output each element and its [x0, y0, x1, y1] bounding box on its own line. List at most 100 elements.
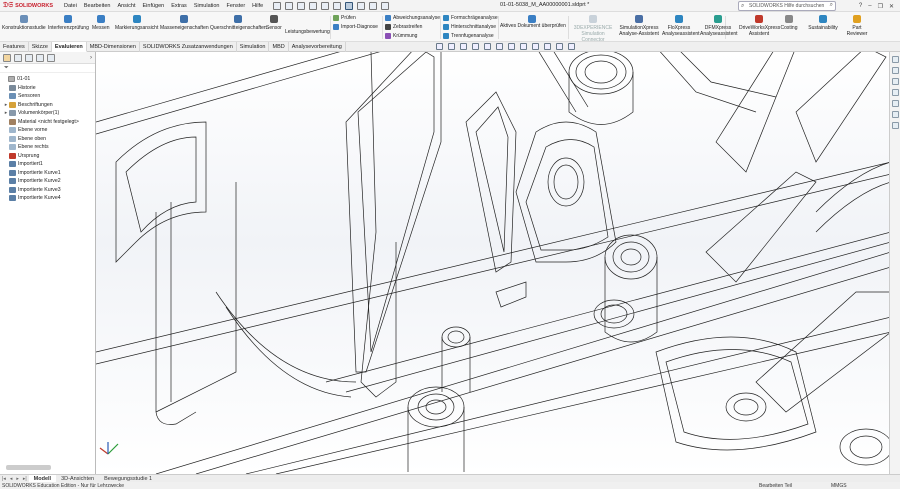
zoom-to-fit-icon[interactable]: [436, 43, 443, 50]
tree-item[interactable]: Ebene vorne: [0, 126, 95, 135]
horizontal-scrollbar[interactable]: [6, 465, 51, 470]
open-icon[interactable]: [297, 1, 306, 10]
zoom-area-icon[interactable]: [448, 43, 455, 50]
select-icon[interactable]: [345, 1, 354, 10]
tree-item[interactable]: Ebene rechts: [0, 143, 95, 152]
tree-item[interactable]: Sensoren: [0, 92, 95, 101]
tab-features[interactable]: Features: [0, 42, 29, 52]
deviation-button[interactable]: Abweichungsanalyse: [385, 15, 440, 21]
forum-icon[interactable]: [892, 122, 899, 129]
close-icon[interactable]: ✕: [889, 3, 894, 10]
custom-properties-icon[interactable]: [892, 111, 899, 118]
display-style-icon[interactable]: [508, 43, 515, 50]
driveworks-button[interactable]: DriveWorksXpress Assistent: [739, 15, 780, 37]
bottom-tab-bewegungsstudie-1[interactable]: Bewegungsstudie 1: [99, 476, 157, 482]
performance-button[interactable]: Leistungsbewertung: [285, 29, 330, 35]
property-manager-tab-icon[interactable]: [14, 53, 22, 62]
save-icon[interactable]: [309, 1, 318, 10]
tree-item[interactable]: Ursprung: [0, 152, 95, 161]
menu-datei[interactable]: Datei: [64, 3, 77, 9]
tree-filter[interactable]: ⏷: [0, 64, 95, 73]
menu-bearbeiten[interactable]: Bearbeiten: [84, 3, 111, 9]
edit-appearance-icon[interactable]: [532, 43, 539, 50]
tree-item[interactable]: Importierte Kurve4: [0, 194, 95, 203]
display-pane-icon[interactable]: [568, 43, 575, 50]
tree-item[interactable]: ▸ Volumenkörper(1): [0, 109, 95, 118]
tree-item[interactable]: 01-01: [0, 75, 95, 84]
tree-item[interactable]: Ebene oben: [0, 135, 95, 144]
tree-item[interactable]: ▸ Beschriftungen: [0, 101, 95, 110]
help-search-input[interactable]: ⌕ SOLIDWORKS Hilfe durchsuchen ⌕: [738, 1, 836, 11]
view-settings-icon[interactable]: [556, 43, 563, 50]
undo-icon[interactable]: [333, 1, 342, 10]
previous-view-icon[interactable]: [460, 43, 467, 50]
markup-button[interactable]: Markierungsansicht: [115, 15, 158, 31]
design-study-button[interactable]: Konstruktionsstudie: [2, 15, 46, 31]
appearances-icon[interactable]: [892, 100, 899, 107]
sustainability-button[interactable]: Sustainability: [808, 15, 838, 31]
menu-hilfe[interactable]: Hilfe: [252, 3, 263, 9]
restore-icon[interactable]: ❐: [878, 3, 883, 10]
floxpress-button[interactable]: FloXpress Analyseassistent: [662, 15, 700, 37]
simxpress-button[interactable]: SimulationXpress Analyse-Assistent: [619, 15, 659, 37]
view-palette-icon[interactable]: [892, 89, 899, 96]
hide-show-items-icon[interactable]: [520, 43, 527, 50]
unit-system[interactable]: MMGS: [831, 483, 847, 489]
tree-item[interactable]: Material <nicht festgelegt>: [0, 118, 95, 127]
home-icon[interactable]: [273, 1, 282, 10]
parting-line-button[interactable]: Trennfugenanalyse: [443, 33, 494, 39]
solidworks-resources-icon[interactable]: [892, 56, 899, 63]
file-properties-icon[interactable]: [369, 1, 378, 10]
bottom-tab-3d-ansichten[interactable]: 3D-Ansichten: [56, 476, 99, 482]
measure-button[interactable]: Messen: [92, 15, 110, 31]
graphics-area[interactable]: [96, 52, 891, 474]
dfmxpress-button[interactable]: DFMXpress Analyseassistent: [700, 15, 738, 37]
design-library-icon[interactable]: [892, 67, 899, 74]
tab-skizze[interactable]: Skizze: [29, 42, 52, 52]
section-props-button[interactable]: Querschnitteigenschaften: [210, 15, 267, 31]
import-diagnostics-button[interactable]: Import-Diagnose: [333, 24, 378, 30]
tab-mbd-dimensionen[interactable]: MBD-Dimensionen: [87, 42, 140, 52]
draft-analysis-button[interactable]: Formschrägeanalyse: [443, 15, 498, 21]
compare-button[interactable]: Aktives Dokument überprüfen: [500, 15, 566, 29]
mass-props-button[interactable]: Masseneigenschaften: [160, 15, 209, 31]
curvature-button[interactable]: Krümmung: [385, 33, 417, 39]
menu-simulation[interactable]: Simulation: [194, 3, 220, 9]
rebuild-icon[interactable]: [357, 1, 366, 10]
view-orientation-icon[interactable]: [496, 43, 503, 50]
costing-button[interactable]: Costing: [780, 15, 798, 31]
menu-ansicht[interactable]: Ansicht: [117, 3, 135, 9]
options-icon[interactable]: [381, 1, 390, 10]
tree-item[interactable]: Importierte Kurve2: [0, 177, 95, 186]
last-tab-icon[interactable]: ▸|: [21, 476, 29, 482]
help-icon[interactable]: ?: [859, 3, 862, 9]
configuration-manager-tab-icon[interactable]: [25, 53, 33, 62]
file-explorer-icon[interactable]: [892, 78, 899, 85]
print-icon[interactable]: [321, 1, 330, 10]
menu-einf-gen[interactable]: Einfügen: [143, 3, 165, 9]
display-manager-tab-icon[interactable]: [47, 53, 55, 62]
solidworks-logo[interactable]: 𝔇𝔖 SOLIDWORKS: [0, 0, 58, 12]
dynamic-annotation-icon[interactable]: [484, 43, 491, 50]
tree-item[interactable]: Historie: [0, 84, 95, 93]
zebra-button[interactable]: Zebrastreifen: [385, 24, 422, 30]
dimxpert-manager-tab-icon[interactable]: [36, 53, 44, 62]
tab-solidworks-zusatzanwendungen[interactable]: SOLIDWORKS Zusatzanwendungen: [140, 42, 237, 52]
tab-mbd[interactable]: MBD: [269, 42, 289, 52]
tab-evaluieren[interactable]: Evaluieren: [51, 42, 87, 52]
section-view-icon[interactable]: [472, 43, 479, 50]
tree-item[interactable]: Importiert1: [0, 160, 95, 169]
first-tab-icon[interactable]: |◂: [0, 476, 8, 482]
check-button[interactable]: Prüfen: [333, 15, 356, 21]
tree-item[interactable]: Importierte Kurve1: [0, 169, 95, 178]
tree-item[interactable]: Importierte Kurve3: [0, 186, 95, 195]
menu-fenster[interactable]: Fenster: [227, 3, 246, 9]
part-reviewer-button[interactable]: Part Reviewer: [845, 15, 869, 37]
tab-simulation[interactable]: Simulation: [237, 42, 270, 52]
undercut-button[interactable]: Hinterschnittanalyse: [443, 24, 496, 30]
tab-analysevorbereitung[interactable]: Analysevorbereitung: [289, 42, 346, 52]
search-go-icon[interactable]: ⌕: [830, 2, 833, 9]
apply-scene-icon[interactable]: [544, 43, 551, 50]
interference-button[interactable]: Interferenzprüfung: [48, 15, 89, 31]
chevron-right-icon[interactable]: ›: [90, 55, 92, 61]
